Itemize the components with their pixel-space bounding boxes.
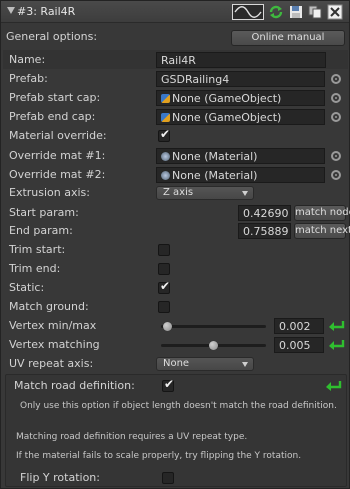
prefab-end-cap-label: Prefab end cap: [9, 110, 96, 123]
material-icon [161, 171, 170, 180]
check-icon: ✔ [160, 279, 171, 293]
vertex-minmax-label: Vertex min/max [9, 319, 97, 332]
prefab-end-cap-field[interactable]: None (GameObject) [156, 109, 325, 125]
road-definition-note-3: If the material fails to scale properly,… [16, 451, 302, 461]
gameobject-icon [161, 94, 170, 103]
prefab-field[interactable]: GSDRailing4 [156, 71, 325, 87]
override-mat1-label: Override mat #1: [9, 149, 106, 162]
prefab-start-cap-value: None (GameObject) [172, 92, 282, 105]
name-input[interactable]: Rail4R [156, 52, 326, 68]
close-icon[interactable] [327, 4, 343, 20]
panel-title: #3: Rail4R [17, 5, 76, 18]
trim-start-checkbox[interactable] [158, 244, 170, 256]
override-mat1-value: None (Material) [172, 150, 258, 163]
trim-start-label: Trim start: [9, 243, 66, 256]
panel-header[interactable]: #3: Rail4R [1, 1, 349, 23]
chevron-down-icon [242, 191, 248, 196]
match-road-definition-checkbox[interactable]: ✔ [162, 377, 175, 392]
trim-end-label: Trim end: [9, 262, 61, 275]
trim-end-checkbox[interactable] [158, 263, 170, 275]
reset-arrow-icon[interactable] [328, 320, 345, 332]
material-override-label: Material override: [9, 129, 107, 142]
flip-y-rotation-label: Flip Y rotation: [20, 471, 100, 484]
prefab-end-cap-value: None (GameObject) [172, 111, 282, 124]
check-icon: ✔ [160, 127, 171, 141]
extrusion-axis-value: Z axis [163, 187, 194, 198]
chevron-down-icon [242, 362, 248, 367]
uv-repeat-axis-dropdown[interactable]: None [156, 357, 254, 371]
prefab-start-cap-label: Prefab start cap: [9, 91, 101, 104]
vertex-matching-label: Vertex matching [9, 338, 100, 351]
gameobject-icon [161, 113, 170, 122]
save-icon[interactable] [288, 4, 304, 20]
vertex-matching-slider-thumb[interactable] [209, 341, 218, 350]
match-ground-checkbox[interactable] [158, 301, 170, 313]
match-next-button[interactable]: match next [294, 223, 350, 239]
match-node-button[interactable]: match node [294, 205, 350, 221]
vertex-minmax-slider-track[interactable] [161, 325, 266, 328]
match-road-definition-label: Match road definition: [14, 379, 135, 392]
prefab-label: Prefab: [9, 72, 48, 85]
uv-repeat-axis-label: UV repeat axis: [9, 357, 94, 370]
static-label: Static: [9, 281, 45, 294]
material-override-checkbox[interactable]: ✔ [158, 127, 171, 142]
extrusion-axis-dropdown[interactable]: Z axis [156, 186, 254, 200]
match-ground-label: Match ground: [9, 300, 89, 313]
road-definition-section: Match road definition: ✔ Only use this o… [5, 374, 347, 487]
uv-repeat-axis-value: None [163, 358, 190, 369]
extrusion-axis-label: Extrusion axis: [9, 186, 90, 199]
override-mat2-label: Override mat #2: [9, 168, 106, 181]
override-mat1-field[interactable]: None (Material) [156, 148, 325, 164]
road-definition-note-2: Matching road definition requires a UV r… [16, 432, 248, 442]
object-picker-icon[interactable] [331, 151, 341, 161]
end-param-input[interactable]: 0.75889 [238, 223, 291, 239]
reset-arrow-icon[interactable] [328, 339, 345, 351]
object-picker-icon[interactable] [331, 112, 341, 122]
prefab-start-cap-field[interactable]: None (GameObject) [156, 90, 325, 106]
reset-arrow-icon[interactable] [325, 380, 342, 392]
general-options-label: General options: [6, 30, 98, 43]
override-mat2-value: None (Material) [172, 169, 258, 182]
object-picker-icon[interactable] [331, 93, 341, 103]
inspector-panel: #3: Rail4R General options: Online manua… [0, 0, 350, 489]
end-param-label: End param: [9, 224, 73, 237]
start-param-input[interactable]: 0.42690 [238, 205, 291, 221]
road-definition-note-1: Only use this option if object length do… [20, 401, 337, 411]
material-icon [161, 152, 170, 161]
check-icon: ✔ [164, 377, 175, 391]
duplicate-icon[interactable] [307, 4, 323, 20]
wave-preview-icon[interactable] [232, 4, 264, 20]
refresh-icon[interactable] [268, 4, 284, 20]
object-picker-icon[interactable] [331, 170, 341, 180]
vertex-matching-input[interactable]: 0.005 [274, 337, 324, 353]
foldout-arrow-icon[interactable] [7, 7, 15, 14]
override-mat2-field[interactable]: None (Material) [156, 167, 325, 183]
object-picker-icon[interactable] [331, 74, 341, 84]
online-manual-button[interactable]: Online manual [231, 30, 345, 46]
vertex-minmax-input[interactable]: 0.002 [274, 318, 324, 334]
vertex-minmax-slider-thumb[interactable] [162, 322, 172, 331]
flip-y-rotation-checkbox[interactable] [162, 472, 174, 484]
name-label: Name: [9, 53, 46, 66]
start-param-label: Start param: [9, 206, 79, 219]
static-checkbox[interactable]: ✔ [158, 279, 171, 294]
